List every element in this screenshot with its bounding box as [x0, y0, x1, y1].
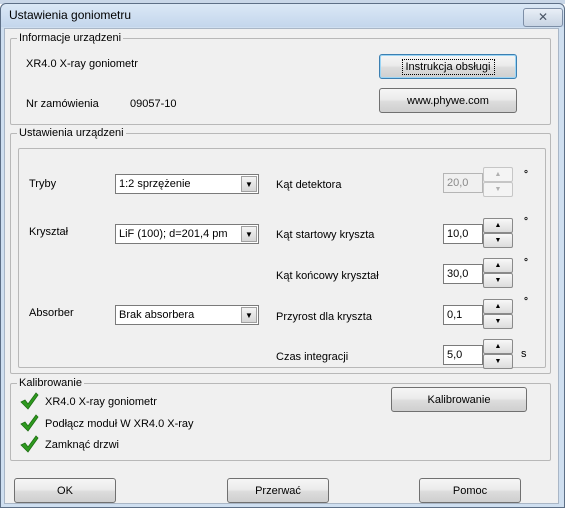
increment-unit: °: [524, 296, 528, 307]
crystal-select[interactable]: LiF (100); d=201,4 pm ▼: [115, 224, 259, 244]
close-button[interactable]: ✕: [523, 8, 563, 27]
spin-down-icon[interactable]: ▼: [483, 354, 513, 369]
spin-down-icon[interactable]: ▼: [483, 233, 513, 248]
integration-time-spinner[interactable]: ▲ ▼: [483, 339, 513, 369]
crystal-label: Kryształ: [29, 226, 69, 238]
spin-up-icon[interactable]: ▲: [483, 299, 513, 314]
start-angle-label: Kąt startowy kryszta: [276, 229, 375, 241]
chevron-down-icon[interactable]: ▼: [241, 176, 257, 192]
mode-select[interactable]: 1:2 sprzężenie ▼: [115, 174, 259, 194]
start-angle-unit: °: [524, 216, 528, 227]
cancel-button-label: Przerwać: [255, 484, 301, 497]
spin-up-icon[interactable]: ▲: [483, 218, 513, 233]
website-button[interactable]: www.phywe.com: [379, 88, 517, 113]
absorber-select-value: Brak absorbera: [119, 309, 195, 321]
crystal-select-value: LiF (100); d=201,4 pm: [119, 228, 228, 240]
end-angle-unit: °: [524, 257, 528, 268]
checkmark-icon: [20, 414, 39, 432]
start-angle-spinner[interactable]: ▲ ▼: [483, 218, 513, 248]
order-number-label: Nr zamówienia: [26, 98, 99, 110]
absorber-label: Absorber: [29, 307, 74, 319]
help-button[interactable]: Pomoc: [419, 478, 521, 503]
increment-input[interactable]: 0,1: [443, 305, 483, 325]
integration-time-label: Czas integracji: [276, 351, 349, 363]
detector-angle-label: Kąt detektora: [276, 179, 342, 191]
ok-button-label: OK: [57, 484, 73, 497]
detector-angle-spinner: ▲ ▼: [483, 167, 513, 197]
chevron-down-icon[interactable]: ▼: [241, 307, 257, 323]
integration-time-unit: s: [521, 348, 527, 360]
calibration-item: XR4.0 X-ray goniometr: [45, 396, 157, 408]
increment-spinner[interactable]: ▲ ▼: [483, 299, 513, 329]
spin-up-icon[interactable]: ▲: [483, 258, 513, 273]
mode-select-value: 1:2 sprzężenie: [119, 178, 191, 190]
spin-up-icon[interactable]: ▲: [483, 339, 513, 354]
increment-label: Przyrost dla kryszta: [276, 311, 372, 323]
title-bar[interactable]: Ustawienia goniometru ✕: [1, 4, 564, 27]
spin-up-icon: ▲: [483, 167, 513, 182]
end-angle-label: Kąt końcowy kryształ: [276, 270, 379, 282]
calibration-item: Podłącz moduł W XR4.0 X-ray: [45, 418, 194, 430]
order-number-value: 09057-10: [130, 98, 177, 110]
checkmark-icon: [20, 392, 39, 410]
website-button-label: www.phywe.com: [407, 94, 489, 107]
calibration-group-label: Kalibrowanie: [17, 377, 84, 389]
mode-label: Tryby: [29, 178, 57, 190]
spin-down-icon: ▼: [483, 182, 513, 197]
spin-down-icon[interactable]: ▼: [483, 314, 513, 329]
device-info-group-label: Informacje urządzeni: [17, 32, 124, 44]
settings-dialog: Ustawienia goniometru ✕ Informacje urząd…: [0, 3, 565, 508]
end-angle-spinner[interactable]: ▲ ▼: [483, 258, 513, 288]
detector-angle-input: 20,0: [443, 173, 483, 193]
help-button-label: Pomoc: [452, 484, 488, 497]
manual-button[interactable]: Instrukcja obsługi: [379, 54, 517, 79]
window-title: Ustawienia goniometru: [9, 8, 132, 22]
calibration-item: Zamknąć drzwi: [45, 439, 119, 451]
checkmark-icon: [20, 435, 39, 453]
start-angle-input[interactable]: 10,0: [443, 224, 483, 244]
integration-time-input[interactable]: 5,0: [443, 345, 483, 365]
end-angle-input[interactable]: 30,0: [443, 264, 483, 284]
calibrate-button-label: Kalibrowanie: [427, 393, 491, 406]
close-icon: ✕: [537, 10, 549, 24]
calibrate-button[interactable]: Kalibrowanie: [391, 387, 527, 412]
dialog-body: Informacje urządzeni XR4.0 X-ray goniome…: [4, 28, 559, 504]
cancel-button[interactable]: Przerwać: [227, 478, 329, 503]
device-name: XR4.0 X-ray goniometr: [26, 58, 138, 70]
spin-down-icon[interactable]: ▼: [483, 273, 513, 288]
device-settings-group-label: Ustawienia urządzeni: [17, 127, 126, 139]
manual-button-label: Instrukcja obsługi: [401, 58, 495, 75]
chevron-down-icon[interactable]: ▼: [241, 226, 257, 242]
ok-button[interactable]: OK: [14, 478, 116, 503]
absorber-select[interactable]: Brak absorbera ▼: [115, 305, 259, 325]
detector-angle-unit: °: [524, 169, 528, 180]
